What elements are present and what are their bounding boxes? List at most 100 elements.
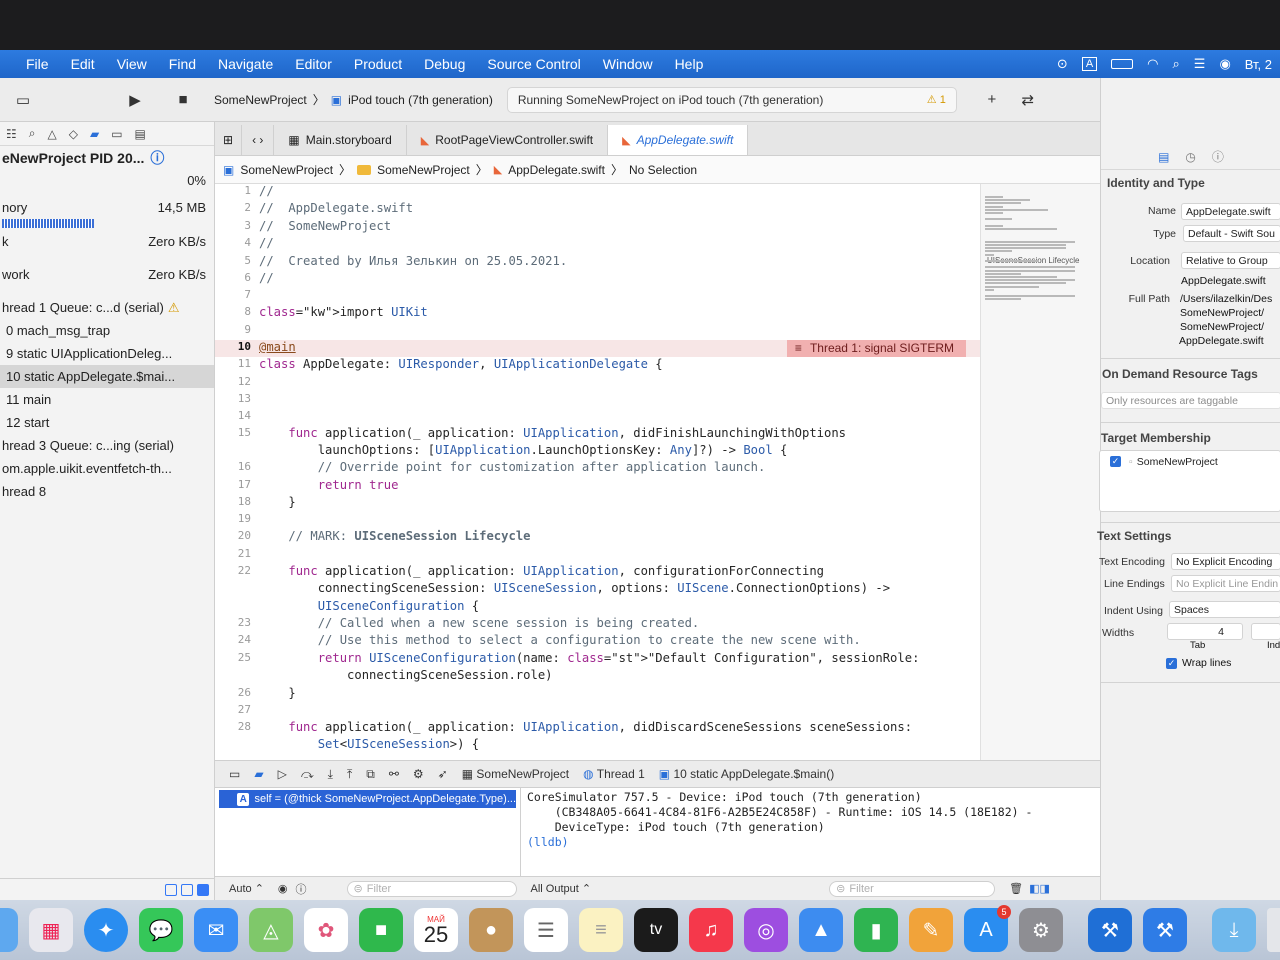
step-over-icon[interactable]: ⤼ (301, 767, 314, 782)
line-endings-select[interactable]: No Explicit Line Endin (1171, 575, 1280, 592)
step-into-icon[interactable]: ⤓ (328, 767, 333, 782)
disk-row[interactable]: k Zero KB/s (0, 230, 214, 253)
back-forward[interactable]: ‹ › (242, 125, 275, 155)
tab-root-page-view-controller[interactable]: ◣ RootPageViewController.swift (407, 125, 609, 155)
minimap[interactable]: UISceneSession Lifecycle (980, 184, 1100, 760)
output-selector[interactable]: All Output ⌃ (531, 882, 592, 895)
code-line[interactable]: 2 // AppDelegate.swift (215, 201, 980, 218)
battery-icon[interactable] (1111, 59, 1134, 69)
thread-row[interactable]: hread 3 Queue: c...ing (serial) (0, 434, 214, 457)
console-filter[interactable]: ⊜ Filter (829, 880, 996, 897)
thread-row[interactable]: hread 8 (0, 480, 214, 503)
trash-dock-icon[interactable] (1267, 908, 1280, 952)
info-icon[interactable]: ⓘ (150, 148, 164, 168)
code-line[interactable]: 11 class AppDelegate: UIResponder, UIAppl… (215, 357, 980, 374)
code-line[interactable]: 21 (215, 547, 980, 564)
apple-tv-icon[interactable]: tv (634, 908, 678, 952)
type-select[interactable]: Default - Swift Sou (1183, 225, 1280, 242)
contacts-icon[interactable]: ● (469, 908, 513, 952)
code-line[interactable]: 5 // Created by Илья Зелькин on 25.05.202… (215, 254, 980, 271)
reminders-icon[interactable]: ☰ (524, 908, 568, 952)
code-line[interactable]: 4 // (215, 236, 980, 253)
code-line[interactable]: 1 // (215, 184, 980, 201)
issue-icon[interactable]: △ (48, 127, 57, 141)
code-line[interactable]: 18 } (215, 495, 980, 512)
error-annotation[interactable]: ≡ Thread 1: signal SIGTERM (786, 339, 966, 357)
filter-toggle-icon[interactable] (197, 883, 209, 896)
pages-icon[interactable]: ✎ (909, 908, 953, 952)
add-library-icon[interactable]: + (979, 87, 1005, 113)
simulator-icon[interactable]: ⚒ (1143, 908, 1187, 952)
code-line[interactable]: 19 (215, 512, 980, 529)
cpu-row[interactable]: 0% (0, 169, 214, 192)
help-icon[interactable]: ⓘ (1212, 148, 1224, 165)
numbers-icon[interactable]: ▮ (854, 908, 898, 952)
target-checkbox[interactable]: ✓ (1110, 456, 1121, 467)
filter-toggle-icon[interactable] (181, 883, 193, 896)
code-line[interactable]: 27 (215, 703, 980, 720)
downloads-folder-icon[interactable]: ⤓ (1212, 908, 1256, 952)
menu-window[interactable]: Window (592, 56, 664, 72)
tab-app-delegate[interactable]: ◣ AppDelegate.swift (608, 125, 749, 155)
code-line[interactable]: 20 // MARK: UISceneSession Lifecycle (215, 529, 980, 546)
variables-filter[interactable]: ⊜ Filter (346, 880, 517, 897)
code-line[interactable]: 9 (215, 323, 980, 340)
input-source-icon[interactable]: A (1081, 57, 1098, 71)
filter-toggle-icon[interactable] (165, 883, 177, 896)
file-inspector-icon[interactable]: ▤ (1158, 150, 1169, 164)
code-line[interactable]: 13 (215, 392, 980, 409)
console-output[interactable]: CoreSimulator 757.5 - Device: iPod touch… (521, 788, 1100, 876)
breadcrumb-project[interactable]: SomeNewProject (240, 163, 333, 177)
source-editor[interactable]: 1 // 2 // AppDelegate.swift 3 // SomeNewProje… (215, 184, 980, 760)
name-field[interactable]: AppDelegate.swift (1181, 203, 1280, 220)
menu-source-control[interactable]: Source Control (476, 56, 591, 72)
code-line[interactable]: 17 return true (215, 478, 980, 495)
warning-badge[interactable]: ⚠ 1 (927, 93, 946, 106)
trash-icon[interactable]: 🗑 (1009, 882, 1023, 895)
code-line[interactable]: 3 // SomeNewProject (215, 219, 980, 236)
code-line[interactable]: launchOptions: [UIApplication.LaunchOpti… (215, 443, 980, 460)
menu-editor[interactable]: Editor (284, 56, 343, 72)
facetime-icon[interactable]: ■ (359, 908, 403, 952)
frame-row[interactable]: 0 mach_msg_trap (0, 319, 214, 342)
indent-select[interactable]: Spaces (1169, 601, 1280, 618)
wrap-lines-checkbox[interactable]: ✓ (1166, 657, 1177, 669)
keynote-icon[interactable]: ▲ (799, 908, 843, 952)
messages-icon[interactable]: 💬 (139, 908, 183, 952)
code-line[interactable]: 26 } (215, 686, 980, 703)
auto-selector[interactable]: Auto ⌃ (229, 882, 264, 895)
podcasts-icon[interactable]: ◎ (744, 908, 788, 952)
code-review-icon[interactable]: ⇄ (1015, 87, 1041, 113)
menu-product[interactable]: Product (343, 56, 413, 72)
breadcrumb-group[interactable]: SomeNewProject (377, 163, 470, 177)
memory-row[interactable]: nory 14,5 MB (0, 196, 214, 219)
wifi-icon[interactable]: ◠ (1147, 56, 1158, 72)
menu-navigate[interactable]: Navigate (207, 56, 284, 72)
run-button[interactable]: ▶ (122, 87, 148, 113)
photos-icon[interactable]: ✿ (304, 908, 348, 952)
code-line[interactable]: 7 (215, 288, 980, 305)
code-line[interactable]: 8 class="kw">import UIKit (215, 305, 980, 322)
debug-frame[interactable]: ▣ 10 static AppDelegate.$main() (659, 767, 834, 781)
report-icon[interactable]: ▤ (135, 127, 146, 141)
code-line[interactable]: 24 // Use this method to select a config… (215, 633, 980, 650)
tab-width-field[interactable]: 4 (1167, 623, 1243, 640)
hierarchy-icon[interactable]: ☷ (6, 127, 17, 141)
test-icon[interactable]: ◇ (69, 127, 78, 141)
menu-debug[interactable]: Debug (413, 56, 476, 72)
frame-row[interactable]: 9 static UIApplicationDeleg... (0, 342, 214, 365)
menu-edit[interactable]: Edit (60, 56, 106, 72)
code-line[interactable]: 22 func application(_ application: UIApp… (215, 564, 980, 581)
spotlight-icon[interactable]: ⌕ (1173, 56, 1180, 72)
menu-clock[interactable]: Вт, 2 (1245, 57, 1272, 72)
code-line[interactable]: connectingSceneSession: UISceneSession, … (215, 581, 980, 598)
debug-project[interactable]: ▦ SomeNewProject (462, 767, 569, 781)
grid-icon[interactable]: ⊞ (215, 125, 243, 155)
notes-icon[interactable]: ≡ (579, 908, 623, 952)
app-store-icon[interactable]: A5 (964, 905, 1011, 952)
breakpoint-icon[interactable]: ▭ (111, 127, 122, 141)
code-line[interactable]: connectingSceneSession.role) (215, 668, 980, 685)
code-line[interactable]: 16 // Override point for customization a… (215, 460, 980, 477)
maps-icon[interactable]: ◬ (249, 908, 293, 952)
code-line[interactable]: 14 (215, 409, 980, 426)
